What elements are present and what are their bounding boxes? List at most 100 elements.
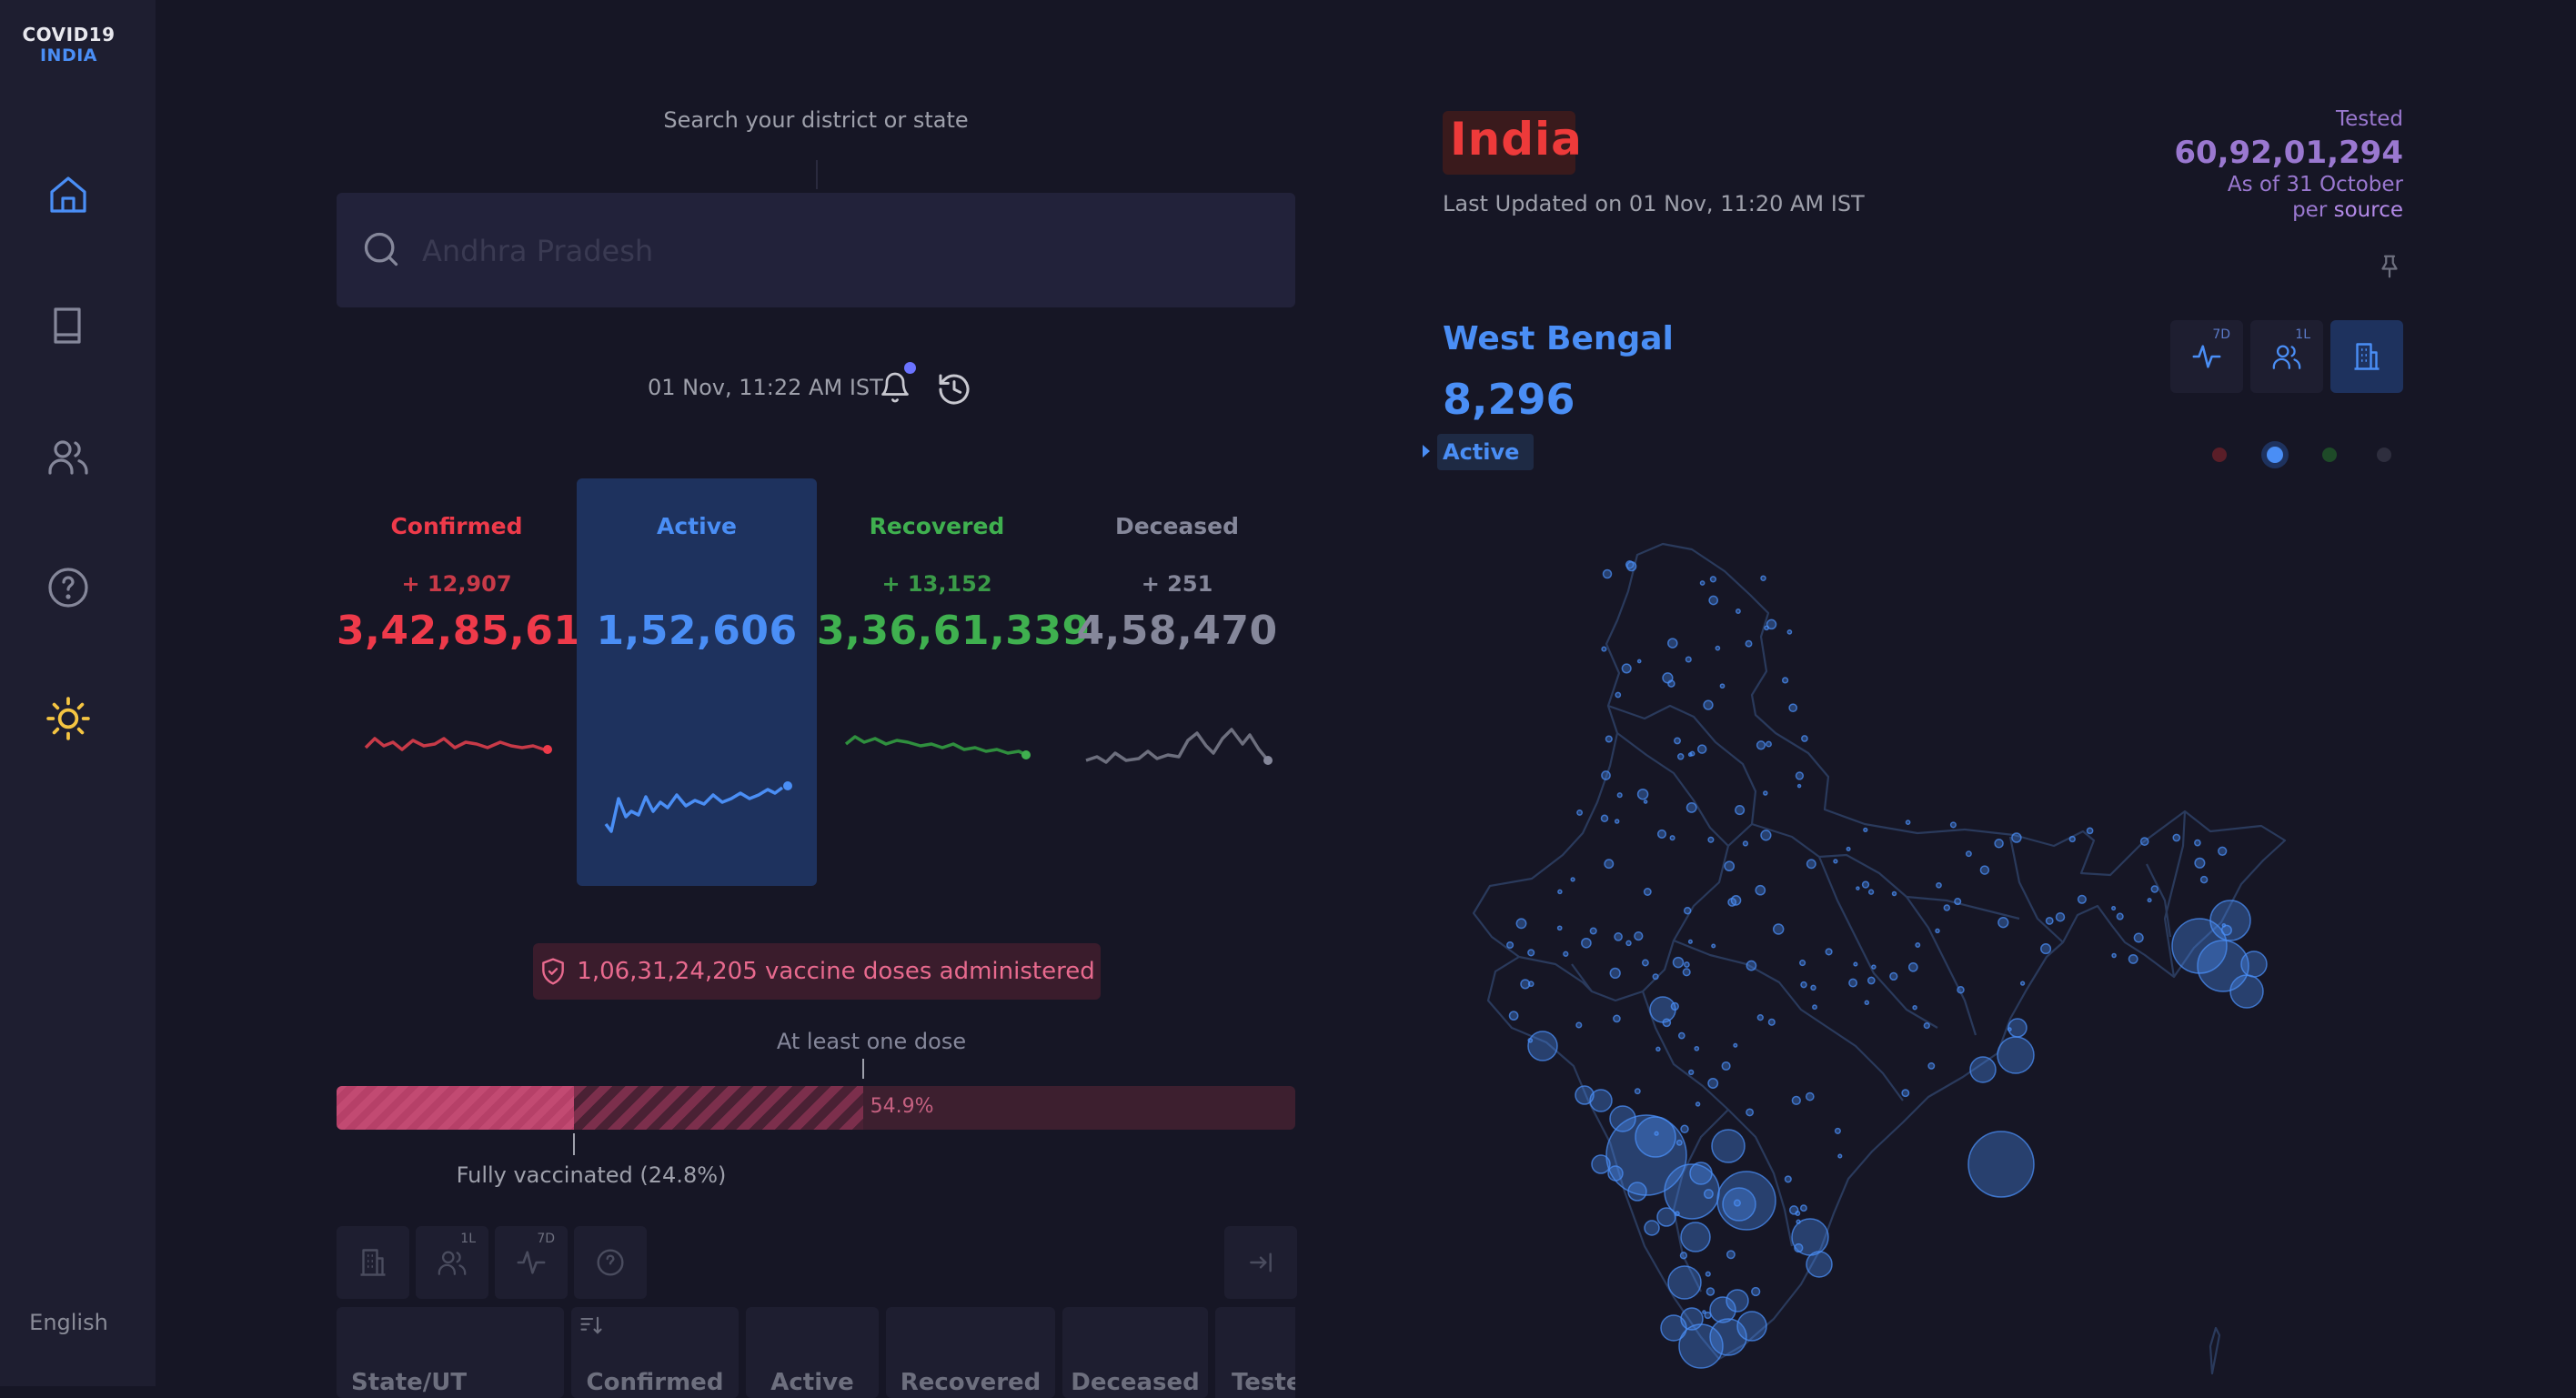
- header-label: Recovered: [900, 1369, 1041, 1396]
- stat-label: Active: [657, 513, 737, 539]
- tested-label: Tested: [2335, 107, 2403, 131]
- home-icon: [50, 176, 86, 213]
- sort-icon: [580, 1316, 602, 1334]
- region-last-updated: Last Updated on 01 Nov, 11:20 AM IST: [1443, 191, 1865, 216]
- sun-icon: [46, 697, 90, 740]
- stat-delta: + 13,152: [881, 571, 992, 597]
- india-bubble-map[interactable]: [1455, 537, 2374, 1386]
- table-header-tested[interactable]: Tested: [1215, 1307, 1295, 1398]
- fully-vaccinated-fill: [337, 1086, 575, 1130]
- fully-vaccinated-marker: [573, 1133, 575, 1155]
- building-icon: [360, 1249, 386, 1276]
- tested-per: per: [2292, 198, 2328, 222]
- stat-value: 1,52,606: [596, 608, 798, 654]
- fully-vaccinated-label: Fully vaccinated (24.8%): [456, 1162, 727, 1188]
- active-sparkline: [604, 781, 792, 833]
- notifications-button[interactable]: [879, 371, 911, 407]
- stat-value: 4,58,470: [1076, 608, 1278, 654]
- map-toggle-per-lakh-button[interactable]: 1L: [2250, 320, 2323, 393]
- india-outline: [1472, 542, 2287, 1375]
- stat-dot-confirmed[interactable]: [2212, 448, 2227, 462]
- trend-7d-icon: [517, 1251, 546, 1274]
- shield-check-icon: [542, 958, 565, 985]
- table-help-button[interactable]: [574, 1226, 647, 1299]
- header-label: Active: [770, 1369, 854, 1396]
- vaccine-doses-badge: 1,06,31,24,205 vaccine doses administere…: [533, 943, 1101, 1000]
- caret-right-icon: [1421, 442, 1432, 464]
- theme-toggle[interactable]: [41, 691, 96, 746]
- region-title: India: [1450, 113, 1583, 166]
- bell-icon: [881, 372, 909, 403]
- stat-card-confirmed[interactable]: Confirmed + 12,907 3,42,85,612: [337, 478, 610, 886]
- search-input[interactable]: [420, 218, 1243, 284]
- district-bubbles: [1506, 560, 2268, 1369]
- stat-label: Recovered: [869, 513, 1005, 539]
- sidebar-item-faq[interactable]: [41, 560, 96, 615]
- selected-state-value: 8,296: [1443, 375, 1575, 424]
- at-least-one-dose-marker: [862, 1059, 864, 1079]
- building-icon: [2354, 343, 2380, 370]
- header-label: Confirmed: [586, 1369, 724, 1396]
- table-header-confirmed[interactable]: Confirmed: [571, 1307, 739, 1398]
- search-connector: [816, 160, 818, 189]
- table-header-active[interactable]: Active: [746, 1307, 879, 1398]
- table-header-deceased[interactable]: Deceased: [1062, 1307, 1208, 1398]
- app-logo-line1[interactable]: COVID19: [0, 24, 137, 45]
- sidebar-item-home[interactable]: [41, 167, 96, 222]
- sidebar: COVID19 INDIA English: [0, 0, 156, 1386]
- tested-source-line: per source: [2292, 198, 2403, 222]
- confirmed-sparkline: [364, 737, 552, 754]
- stat-card-deceased[interactable]: Deceased + 251 4,58,470: [1057, 478, 1297, 886]
- table-toggle-7day-button[interactable]: 7D: [495, 1226, 568, 1299]
- language-switcher[interactable]: English: [0, 1310, 137, 1335]
- header-label: Deceased: [1071, 1369, 1200, 1396]
- users-icon: [48, 440, 88, 475]
- table-header-state[interactable]: State/UT: [337, 1307, 564, 1398]
- table-header-recovered[interactable]: Recovered: [886, 1307, 1055, 1398]
- at-least-one-dose-percent: 54.9%: [870, 1095, 934, 1118]
- at-least-one-dose-label: At least one dose: [776, 1029, 967, 1054]
- stat-label: Confirmed: [390, 513, 523, 539]
- table-toggle-per-lakh-button[interactable]: 1L: [416, 1226, 488, 1299]
- pin-icon: [2381, 255, 2398, 278]
- sidebar-item-volunteers[interactable]: [41, 429, 96, 484]
- per-lakh-icon: [2272, 345, 2301, 369]
- stat-delta: + 251: [1141, 571, 1213, 597]
- book-icon: [54, 307, 81, 344]
- sidebar-item-blog[interactable]: [41, 298, 96, 353]
- stat-dot-active[interactable]: [2267, 447, 2283, 463]
- recovered-sparkline: [844, 735, 1031, 759]
- table-expand-button[interactable]: [1224, 1226, 1297, 1299]
- history-icon: [939, 374, 970, 405]
- app-logo-line2[interactable]: INDIA: [0, 45, 137, 65]
- one-dose-fill: [574, 1086, 863, 1130]
- stat-dot-deceased[interactable]: [2377, 448, 2391, 462]
- seven-day-superscript: 7D: [2212, 327, 2230, 342]
- stat-value: 3,36,61,339: [817, 608, 1091, 654]
- deceased-sparkline: [1085, 728, 1273, 765]
- stat-label: Deceased: [1114, 513, 1240, 539]
- stat-card-recovered[interactable]: Recovered + 13,152 3,36,61,339: [817, 478, 1091, 886]
- selected-state-stat[interactable]: Active: [1437, 434, 1535, 470]
- selected-state-name: West Bengal: [1443, 320, 1674, 357]
- map-toggle-7day-button[interactable]: 7D: [2170, 320, 2243, 393]
- tested-source-link[interactable]: source: [2334, 198, 2403, 222]
- per-lakh-superscript: 1L: [460, 1232, 476, 1246]
- header-label: State/UT: [351, 1369, 468, 1396]
- search-icon: [361, 229, 401, 273]
- stat-card-active[interactable]: Active 1,52,606: [577, 478, 817, 886]
- help-icon: [597, 1249, 624, 1276]
- help-icon: [48, 568, 88, 608]
- per-lakh-icon: [438, 1251, 467, 1275]
- stat-value: 3,42,85,612: [337, 608, 610, 654]
- trend-7d-icon: [2192, 345, 2221, 368]
- per-lakh-superscript: 1L: [2295, 327, 2310, 342]
- search-label: Search your district or state: [663, 107, 969, 133]
- pin-button[interactable]: [2376, 251, 2403, 286]
- map-toggle-districts-button[interactable]: [2330, 320, 2403, 393]
- table-toggle-districts-button[interactable]: [337, 1226, 409, 1299]
- expand-right-icon: [1250, 1252, 1272, 1272]
- timeseries-history-button[interactable]: [936, 371, 972, 411]
- stat-dot-recovered[interactable]: [2322, 448, 2337, 462]
- vaccination-progress-bar: [337, 1086, 1295, 1130]
